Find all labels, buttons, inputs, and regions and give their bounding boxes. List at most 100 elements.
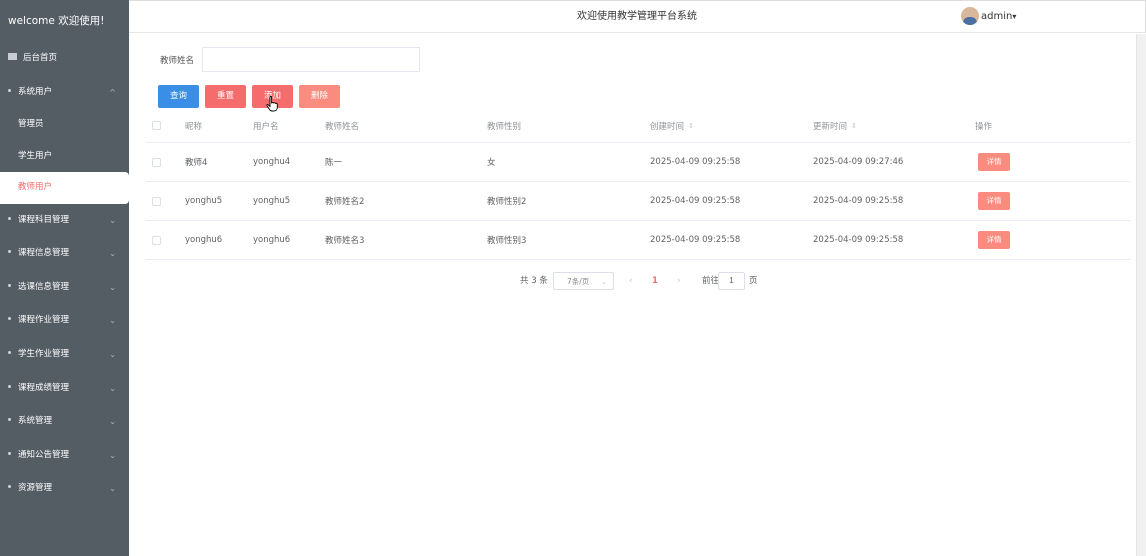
cell-teacher-name: 教师姓名2 xyxy=(325,197,365,207)
cell-created-time: 2025-04-09 09:25:58 xyxy=(650,196,741,206)
sidebar-group-notices[interactable]: 通知公告管理 ⌄ xyxy=(0,439,129,473)
vertical-scrollbar[interactable] xyxy=(1136,34,1146,556)
col-label: 创建时间 xyxy=(650,121,685,132)
table-header: 昵称 用户名 教师姓名 教师性别 创建时间 ⇕ 更新时间 ⇕ 操作 xyxy=(146,109,1131,143)
brand-title: welcome 欢迎使用! xyxy=(0,0,129,42)
sidebar-group-course-subjects[interactable]: 课程科目管理 ⌄ xyxy=(0,204,129,238)
col-username: 用户名 xyxy=(253,121,279,132)
next-page-icon[interactable]: › xyxy=(677,272,680,290)
table-row: yonghu5 yonghu5 教师姓名2 教师性别2 2025-04-09 0… xyxy=(146,182,1131,221)
user-menu[interactable]: admin▾ xyxy=(961,7,1016,27)
chevron-down-icon: ⌄ xyxy=(109,249,116,259)
bullet-icon xyxy=(8,485,11,489)
bullet-icon xyxy=(8,250,11,254)
username-label: admin xyxy=(981,11,1013,22)
chevron-up-icon: ^ xyxy=(109,87,116,97)
chevron-down-icon: ⌄ xyxy=(109,484,116,494)
reset-button[interactable]: 重置 xyxy=(205,85,246,108)
bullet-icon xyxy=(8,384,11,388)
sidebar-group-system-management[interactable]: 系统管理 ⌄ xyxy=(0,405,129,439)
sidebar-group-course-info[interactable]: 课程信息管理 ⌄ xyxy=(0,237,129,271)
search-label: 教师姓名 xyxy=(160,56,195,66)
cell-username: yonghu6 xyxy=(253,235,291,245)
cell-created-time: 2025-04-09 09:25:58 xyxy=(650,157,741,167)
goto-label: 前往 xyxy=(702,276,720,286)
cell-updated-time: 2025-04-09 09:25:58 xyxy=(813,235,904,245)
chevron-down-icon: ⌄ xyxy=(109,215,116,225)
bullet-icon xyxy=(8,317,11,321)
row-select-cell xyxy=(152,143,161,181)
sidebar-subitem-student-users[interactable]: 学生用户 xyxy=(0,141,129,173)
row-select-cell xyxy=(152,221,161,259)
hand-cursor-icon xyxy=(266,96,278,112)
chevron-down-icon: ⌄ xyxy=(109,316,116,326)
detail-button[interactable]: 详情 xyxy=(978,153,1010,171)
table-row: yonghu6 yonghu6 教师姓名3 教师性别3 2025-04-09 0… xyxy=(146,221,1131,260)
cell-teacher-gender: 教师性别2 xyxy=(487,197,527,207)
sidebar-group-system-users[interactable]: 系统用户 ^ xyxy=(0,76,129,110)
sidebar-item-label: 学生作业管理 xyxy=(18,349,70,360)
sidebar-group-course-homework[interactable]: 课程作业管理 ⌄ xyxy=(0,304,129,338)
chevron-down-icon: ⌄ xyxy=(109,450,116,460)
chevron-down-icon: ⌄ xyxy=(109,383,116,393)
cell-actions: 详情 xyxy=(978,182,1010,220)
select-all-checkbox[interactable] xyxy=(152,121,161,130)
table-row: 教师4 yonghu4 陈一 女 2025-04-09 09:25:58 202… xyxy=(146,143,1131,182)
page-number-current[interactable]: 1 xyxy=(652,272,658,290)
sidebar-item-label: 通知公告管理 xyxy=(18,449,70,460)
goto-suffix: 页 xyxy=(749,276,758,286)
sidebar-item-label: 选课信息管理 xyxy=(18,281,70,292)
row-select-cell xyxy=(152,182,161,220)
cell-teacher-name: 陈一 xyxy=(325,158,343,168)
bullet-icon xyxy=(8,418,11,422)
cell-teacher-gender: 女 xyxy=(487,158,496,168)
row-checkbox[interactable] xyxy=(152,235,161,245)
query-button[interactable]: 查询 xyxy=(158,85,199,108)
bullet-icon xyxy=(8,351,11,355)
sidebar-item-label: 后台首页 xyxy=(23,53,58,63)
sidebar-subitem-admin[interactable]: 管理员 xyxy=(0,109,129,141)
top-header: 欢迎使用教学管理平台系统 admin▾ xyxy=(129,0,1146,33)
bullet-icon xyxy=(8,88,11,92)
teacher-name-input[interactable] xyxy=(202,47,420,72)
main-content: 教师姓名 查询 重置 添加 删除 昵称 用户名 教师姓名 教师性别 创建时间 ⇕ … xyxy=(129,34,1146,556)
cell-teacher-gender: 教师性别3 xyxy=(487,236,527,246)
col-teacher-gender: 教师性别 xyxy=(487,121,522,132)
page-size-select[interactable]: 7条/页 ⌄ xyxy=(553,272,614,290)
sidebar-item-home[interactable]: 后台首页 xyxy=(0,42,129,76)
sort-icon[interactable]: ⇕ xyxy=(851,122,857,130)
row-checkbox[interactable] xyxy=(152,196,161,206)
sidebar: welcome 欢迎使用! 后台首页 系统用户 ^ 管理员 学生用户 教师用户 … xyxy=(0,0,129,556)
detail-button[interactable]: 详情 xyxy=(978,231,1010,249)
sidebar-group-course-grades[interactable]: 课程成绩管理 ⌄ xyxy=(0,372,129,406)
sidebar-item-label: 课程作业管理 xyxy=(18,315,70,326)
cell-created-time: 2025-04-09 09:25:58 xyxy=(650,235,741,245)
bullet-icon xyxy=(8,283,11,287)
chevron-down-icon: ⌄ xyxy=(109,350,116,360)
teacher-table: 昵称 用户名 教师姓名 教师性别 创建时间 ⇕ 更新时间 ⇕ 操作 教师4 yong… xyxy=(146,109,1131,260)
detail-button[interactable]: 详情 xyxy=(978,192,1010,210)
sidebar-item-label: 课程信息管理 xyxy=(18,248,70,259)
cell-updated-time: 2025-04-09 09:27:46 xyxy=(813,157,904,167)
col-teacher-name: 教师姓名 xyxy=(325,121,360,132)
delete-button[interactable]: 删除 xyxy=(299,85,340,108)
row-checkbox[interactable] xyxy=(152,157,161,167)
sidebar-item-label: 系统管理 xyxy=(18,416,53,427)
home-icon xyxy=(8,53,17,60)
sidebar-subitem-teacher-users[interactable]: 教师用户 xyxy=(0,172,129,204)
chevron-down-icon: ⌄ xyxy=(109,282,116,292)
col-updated-time[interactable]: 更新时间 ⇕ xyxy=(813,109,857,142)
select-all-cell xyxy=(152,109,161,142)
sidebar-group-resources[interactable]: 资源管理 ⌄ xyxy=(0,472,129,506)
sidebar-item-label: 资源管理 xyxy=(18,483,53,494)
sidebar-group-student-homework[interactable]: 学生作业管理 ⌄ xyxy=(0,338,129,372)
sort-icon[interactable]: ⇕ xyxy=(688,122,694,130)
col-created-time[interactable]: 创建时间 ⇕ xyxy=(650,109,694,142)
sidebar-item-label: 课程科目管理 xyxy=(18,214,70,225)
col-actions: 操作 xyxy=(975,121,993,132)
goto-page-input[interactable] xyxy=(718,272,745,290)
prev-page-icon[interactable]: ‹ xyxy=(629,272,632,290)
page-size-value: 7条/页 xyxy=(567,277,590,286)
sidebar-item-label: 系统用户 xyxy=(18,86,53,97)
sidebar-group-course-selection[interactable]: 选课信息管理 ⌄ xyxy=(0,271,129,305)
